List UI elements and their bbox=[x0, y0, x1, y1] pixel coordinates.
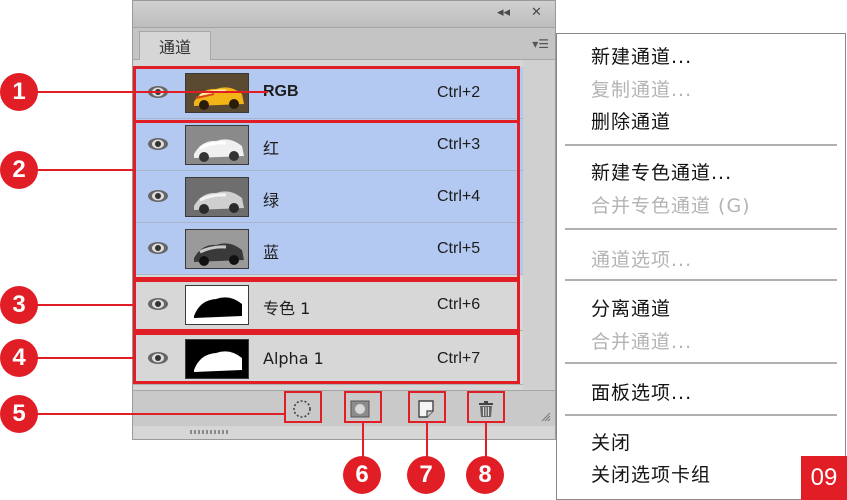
leader-line-1 bbox=[36, 91, 268, 93]
page-number-badge: 09 bbox=[801, 456, 847, 500]
menu-item-duplicate-channel[interactable]: 复制通道... bbox=[591, 75, 692, 102]
leader-line-8 bbox=[485, 423, 487, 459]
panel-menu-icon[interactable]: ▾☰ bbox=[532, 37, 549, 51]
panel-footer-grip[interactable] bbox=[190, 430, 230, 434]
menu-item-merge-spot-channel[interactable]: 合并专色通道 (G) bbox=[591, 191, 751, 218]
highlight-button-5 bbox=[284, 391, 322, 423]
menu-item-new-channel[interactable]: 新建通道... bbox=[591, 42, 692, 69]
highlight-color-channels bbox=[133, 120, 520, 280]
callout-1: 1 bbox=[0, 73, 38, 111]
highlight-button-8 bbox=[467, 391, 505, 423]
close-panel-icon[interactable]: ✕ bbox=[531, 5, 542, 21]
callout-7: 7 bbox=[407, 456, 445, 494]
menu-separator bbox=[565, 228, 837, 230]
highlight-alpha-channel bbox=[133, 332, 520, 384]
callout-4: 4 bbox=[0, 339, 38, 377]
menu-item-channel-options[interactable]: 通道选项... bbox=[591, 245, 692, 272]
callout-2: 2 bbox=[0, 151, 38, 189]
menu-separator bbox=[565, 144, 837, 146]
panel-scroll-track[interactable] bbox=[523, 60, 555, 390]
menu-separator bbox=[565, 362, 837, 364]
collapse-panel-icon[interactable]: ◂◂ bbox=[497, 5, 510, 21]
highlight-spot-channel bbox=[133, 279, 520, 332]
highlight-button-7 bbox=[408, 391, 446, 423]
callout-8: 8 bbox=[466, 456, 504, 494]
leader-line-5 bbox=[36, 413, 286, 415]
highlight-composite-channel bbox=[133, 66, 520, 123]
resize-grip-icon[interactable] bbox=[541, 412, 551, 422]
panel-titlebar: ◂◂ ✕ bbox=[133, 1, 555, 28]
highlight-button-6 bbox=[344, 391, 382, 423]
menu-item-split-channels[interactable]: 分离通道 bbox=[591, 294, 671, 321]
channels-flyout-menu: 新建通道... 复制通道... 删除通道 新建专色通道... 合并专色通道 (G… bbox=[556, 33, 846, 500]
leader-line-2 bbox=[36, 169, 135, 171]
leader-line-6 bbox=[362, 423, 364, 459]
menu-item-new-spot-channel[interactable]: 新建专色通道... bbox=[591, 158, 732, 185]
menu-item-panel-options[interactable]: 面板选项... bbox=[591, 378, 692, 405]
panel-tabbar: 通道 ▾☰ bbox=[133, 28, 555, 60]
tab-channels[interactable]: 通道 bbox=[139, 31, 211, 60]
menu-item-merge-channels[interactable]: 合并通道... bbox=[591, 327, 692, 354]
callout-3: 3 bbox=[0, 286, 38, 324]
callout-5: 5 bbox=[0, 395, 38, 433]
menu-item-close[interactable]: 关闭 bbox=[591, 428, 631, 455]
leader-line-7 bbox=[426, 423, 428, 459]
callout-6: 6 bbox=[343, 456, 381, 494]
menu-item-delete-channel[interactable]: 删除通道 bbox=[591, 107, 671, 134]
leader-line-3 bbox=[36, 304, 135, 306]
menu-item-close-tab-group[interactable]: 关闭选项卡组 bbox=[591, 460, 711, 487]
leader-line-4 bbox=[36, 357, 135, 359]
menu-separator bbox=[565, 414, 837, 416]
menu-separator bbox=[565, 279, 837, 281]
